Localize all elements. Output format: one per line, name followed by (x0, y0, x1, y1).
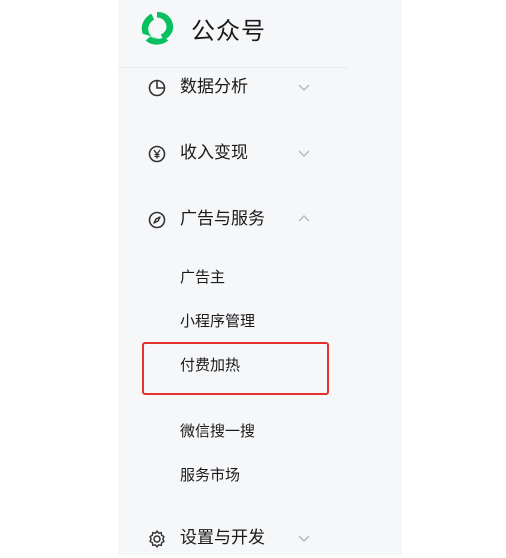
menu-label: 设置与开发 (180, 528, 265, 548)
brand[interactable]: 公众号 (138, 8, 266, 48)
sub-item-service-market[interactable]: 服务市场 (118, 460, 348, 490)
sub-item-wechat-search[interactable]: 微信搜一搜 (118, 416, 348, 446)
wechat-official-accounts-logo-icon (141, 11, 174, 45)
menu-label: 广告与服务 (180, 209, 265, 229)
pie-chart-icon (147, 78, 167, 98)
chevron-up-icon[interactable] (296, 211, 312, 227)
menu-label: 数据分析 (180, 77, 248, 97)
sub-item-paid-boost[interactable]: 付费加热 (118, 350, 348, 380)
gear-icon (147, 529, 167, 549)
sub-item-label: 微信搜一搜 (180, 422, 256, 440)
sub-item-label: 服务市场 (180, 466, 241, 484)
menu-item-revenue[interactable]: 收入变现 (118, 133, 348, 173)
sub-item-label: 付费加热 (180, 356, 241, 374)
chevron-down-icon[interactable] (296, 79, 312, 95)
sub-item-label: 广告主 (180, 268, 226, 286)
chevron-down-icon[interactable] (296, 530, 312, 546)
sub-item-mini-program[interactable]: 小程序管理 (118, 306, 348, 336)
menu-item-data-analysis[interactable]: 数据分析 (118, 67, 348, 107)
yen-circle-icon (147, 144, 167, 164)
compass-icon (147, 210, 167, 230)
chevron-down-icon[interactable] (296, 145, 312, 161)
menu-label: 收入变现 (180, 143, 248, 163)
menu-item-settings-dev[interactable]: 设置与开发 (118, 518, 348, 558)
sub-item-label: 小程序管理 (180, 312, 256, 330)
brand-title: 公众号 (191, 16, 266, 45)
sub-item-advertiser[interactable]: 广告主 (118, 262, 348, 292)
menu-item-ads-services[interactable]: 广告与服务 (118, 199, 348, 239)
